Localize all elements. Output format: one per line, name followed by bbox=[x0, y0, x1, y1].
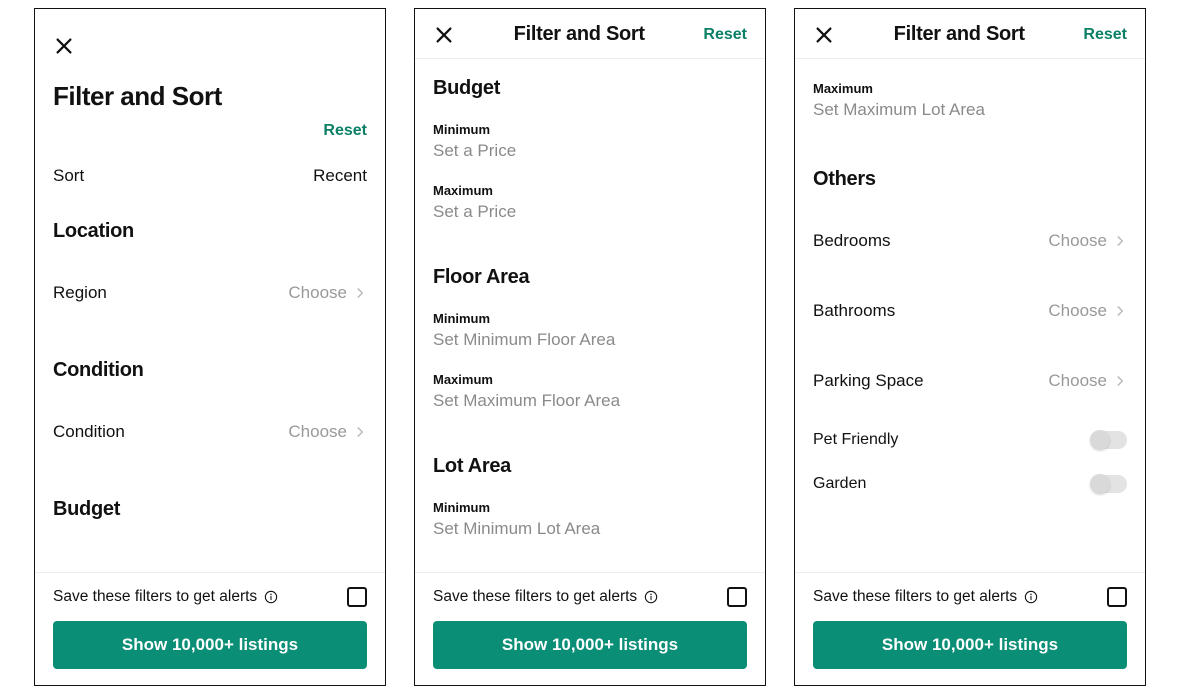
bathrooms-row[interactable]: Bathrooms Choose bbox=[813, 301, 1127, 321]
show-listings-button[interactable]: Show 10,000+ listings bbox=[813, 621, 1127, 669]
lot-min-input[interactable]: Set Minimum Lot Area bbox=[433, 519, 747, 539]
floor-min-label: Minimum bbox=[433, 311, 747, 326]
close-icon[interactable] bbox=[433, 24, 455, 46]
parking-label: Parking Space bbox=[813, 371, 924, 391]
body: Budget Minimum Set a Price Maximum Set a… bbox=[415, 59, 765, 572]
reset-button[interactable]: Reset bbox=[323, 122, 367, 140]
filter-panel-2: Filter and Sort Reset Budget Minimum Set… bbox=[414, 8, 766, 686]
budget-max-input[interactable]: Set a Price bbox=[433, 202, 747, 222]
close-icon[interactable] bbox=[53, 35, 75, 57]
floor-min-input[interactable]: Set Minimum Floor Area bbox=[433, 330, 747, 350]
section-lot-area: Lot Area bbox=[433, 455, 747, 478]
save-filters-label: Save these filters to get alerts bbox=[813, 588, 1017, 606]
lot-min-label: Minimum bbox=[433, 500, 747, 515]
save-filters-checkbox[interactable] bbox=[347, 587, 367, 607]
info-icon[interactable] bbox=[1023, 589, 1039, 605]
header: Filter and Sort Reset bbox=[35, 9, 385, 140]
filter-panel-1: Filter and Sort Reset Sort Recent Locati… bbox=[34, 8, 386, 686]
reset-button[interactable]: Reset bbox=[703, 26, 747, 44]
info-icon[interactable] bbox=[643, 589, 659, 605]
garden-row: Garden bbox=[813, 475, 1127, 493]
lot-max-input[interactable]: Set Maximum Lot Area bbox=[813, 100, 1127, 120]
section-location: Location bbox=[53, 220, 367, 243]
show-listings-button[interactable]: Show 10,000+ listings bbox=[53, 621, 367, 669]
footer: Save these filters to get alerts Show 10… bbox=[415, 572, 765, 685]
close-icon[interactable] bbox=[813, 24, 835, 46]
chevron-right-icon bbox=[353, 425, 367, 439]
parking-value: Choose bbox=[1048, 371, 1107, 391]
page-title: Filter and Sort bbox=[53, 81, 367, 112]
filter-panel-3: Filter and Sort Reset Maximum Set Maximu… bbox=[794, 8, 1146, 686]
sort-row[interactable]: Sort Recent bbox=[53, 166, 367, 186]
pet-friendly-label: Pet Friendly bbox=[813, 431, 898, 449]
sort-value: Recent bbox=[313, 166, 367, 186]
section-budget: Budget bbox=[53, 498, 367, 521]
pet-friendly-toggle[interactable] bbox=[1091, 431, 1127, 449]
section-budget: Budget bbox=[433, 77, 747, 100]
section-floor-area: Floor Area bbox=[433, 266, 747, 289]
parking-row[interactable]: Parking Space Choose bbox=[813, 371, 1127, 391]
bedrooms-value: Choose bbox=[1048, 231, 1107, 251]
show-listings-button[interactable]: Show 10,000+ listings bbox=[433, 621, 747, 669]
chevron-right-icon bbox=[1113, 304, 1127, 318]
info-icon[interactable] bbox=[263, 589, 279, 605]
chevron-right-icon bbox=[1113, 234, 1127, 248]
footer: Save these filters to get alerts Show 10… bbox=[795, 572, 1145, 685]
bathrooms-value: Choose bbox=[1048, 301, 1107, 321]
reset-button[interactable]: Reset bbox=[1083, 26, 1127, 44]
bedrooms-row[interactable]: Bedrooms Choose bbox=[813, 231, 1127, 251]
region-value: Choose bbox=[288, 283, 347, 303]
floor-max-label: Maximum bbox=[433, 372, 747, 387]
budget-max-label: Maximum bbox=[433, 183, 747, 198]
chevron-right-icon bbox=[353, 286, 367, 300]
lot-max-label: Maximum bbox=[813, 81, 1127, 96]
body: Sort Recent Location Region Choose Condi… bbox=[35, 140, 385, 572]
header: Filter and Sort Reset bbox=[415, 9, 765, 59]
garden-label: Garden bbox=[813, 475, 866, 493]
region-label: Region bbox=[53, 283, 107, 303]
section-condition: Condition bbox=[53, 359, 367, 382]
condition-row[interactable]: Condition Choose bbox=[53, 422, 367, 442]
bedrooms-label: Bedrooms bbox=[813, 231, 890, 251]
save-filters-checkbox[interactable] bbox=[1107, 587, 1127, 607]
save-filters-label: Save these filters to get alerts bbox=[53, 588, 257, 606]
page-title: Filter and Sort bbox=[894, 23, 1025, 46]
save-filters-checkbox[interactable] bbox=[727, 587, 747, 607]
chevron-right-icon bbox=[1113, 374, 1127, 388]
body: Maximum Set Maximum Lot Area Others Bedr… bbox=[795, 59, 1145, 572]
header: Filter and Sort Reset bbox=[795, 9, 1145, 59]
budget-min-label: Minimum bbox=[433, 122, 747, 137]
save-filters-label: Save these filters to get alerts bbox=[433, 588, 637, 606]
page-title: Filter and Sort bbox=[514, 23, 645, 46]
pet-friendly-row: Pet Friendly bbox=[813, 431, 1127, 449]
bathrooms-label: Bathrooms bbox=[813, 301, 895, 321]
floor-max-input[interactable]: Set Maximum Floor Area bbox=[433, 391, 747, 411]
condition-value: Choose bbox=[288, 422, 347, 442]
footer: Save these filters to get alerts Show 10… bbox=[35, 572, 385, 685]
budget-min-input[interactable]: Set a Price bbox=[433, 141, 747, 161]
section-others: Others bbox=[813, 168, 1127, 191]
region-row[interactable]: Region Choose bbox=[53, 283, 367, 303]
sort-label: Sort bbox=[53, 166, 84, 186]
condition-label: Condition bbox=[53, 422, 125, 442]
garden-toggle[interactable] bbox=[1091, 475, 1127, 493]
